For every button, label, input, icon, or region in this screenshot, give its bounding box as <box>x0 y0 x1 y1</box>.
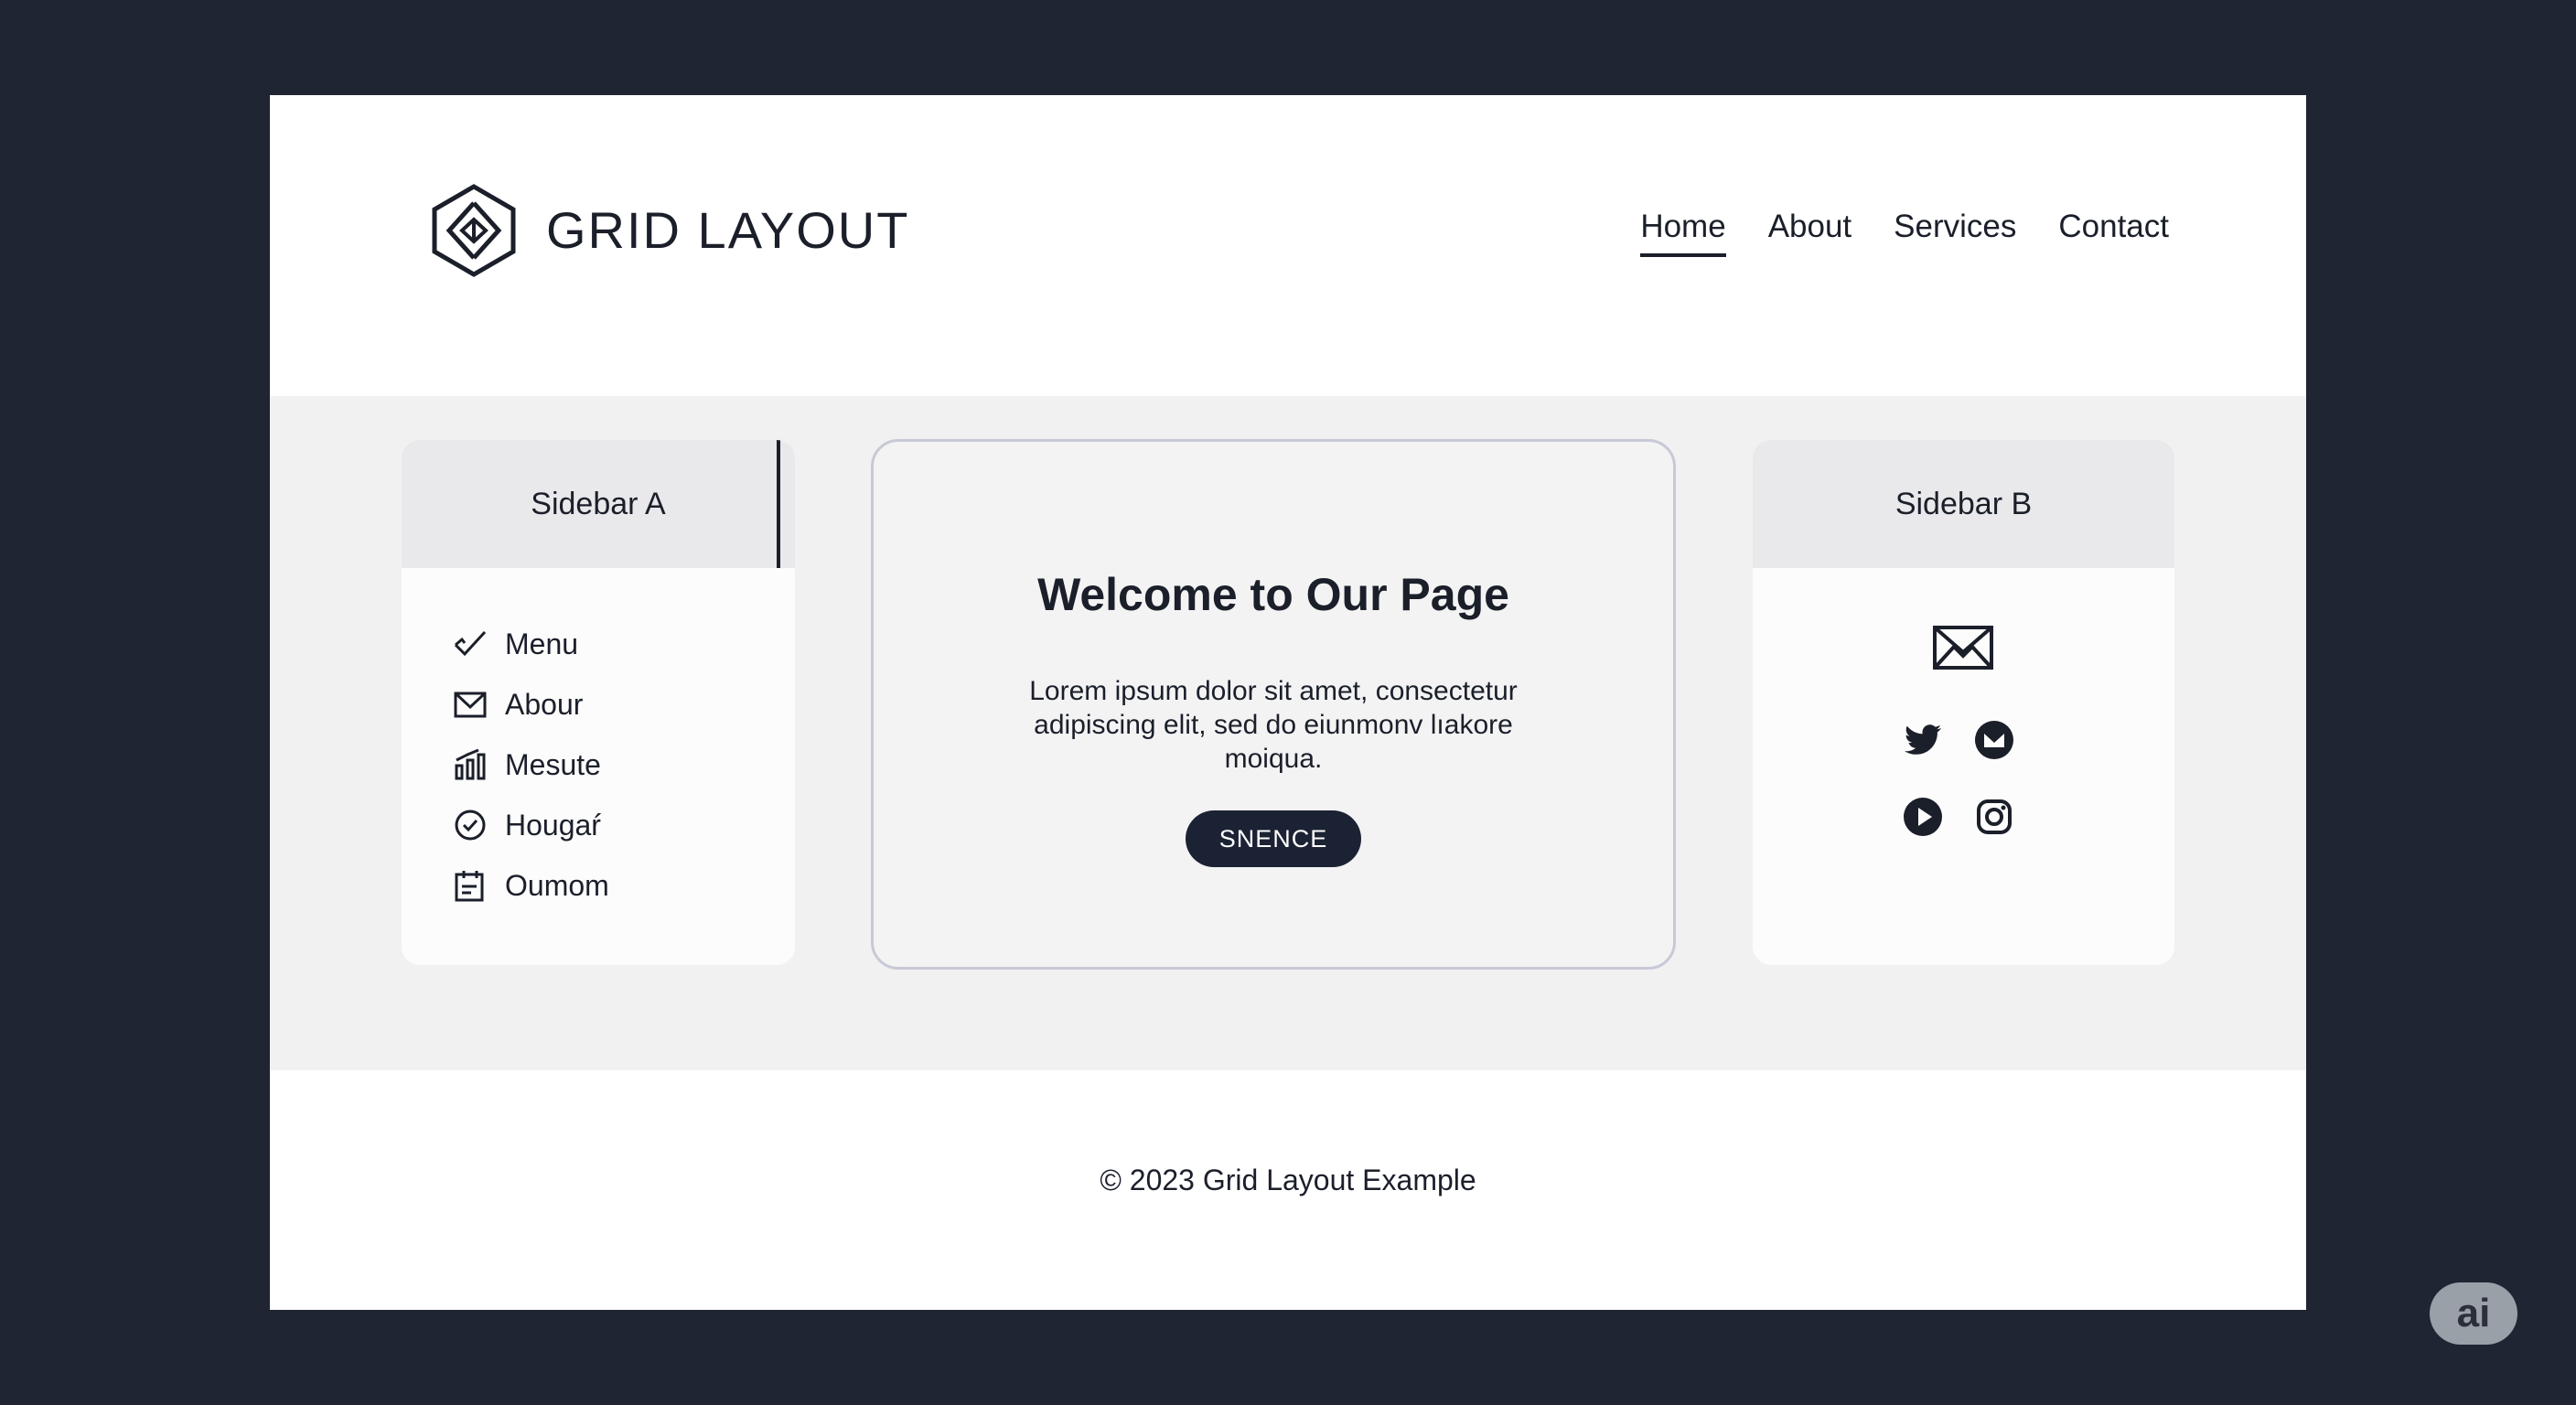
sidebar-item-hougar[interactable]: Hougaŕ <box>453 795 795 855</box>
sidebar-a: Sidebar A Menu Abour Mesute Hougaŕ Oumom <box>402 440 795 965</box>
sidebar-a-menu: Menu Abour Mesute Hougaŕ Oumom <box>402 568 795 916</box>
main-content-card: Welcome to Our Page Lorem ipsum dolor si… <box>871 439 1676 970</box>
bar-chart-icon <box>455 748 486 780</box>
sidebar-item-label: Abour <box>505 687 584 721</box>
page: GRID LAYOUT Home About Services Contact … <box>270 95 2306 1310</box>
mail-icon <box>454 692 487 718</box>
twitter-icon[interactable] <box>1903 720 1943 760</box>
content-band: Sidebar A Menu Abour Mesute Hougaŕ Oumom… <box>270 396 2306 1070</box>
email-circle-icon[interactable] <box>1974 720 2014 760</box>
sidebar-item-abour[interactable]: Abour <box>453 674 795 735</box>
main-action-button[interactable]: SNENCE <box>1186 810 1361 867</box>
sidebar-item-label: Menu <box>505 627 579 660</box>
calendar-icon <box>455 871 484 902</box>
sidebar-item-mesute[interactable]: Mesute <box>453 735 795 795</box>
sidebar-b: Sidebar B <box>1753 440 2174 965</box>
sidebar-b-title: Sidebar B <box>1894 486 2033 521</box>
mail-icon[interactable] <box>1932 625 1994 670</box>
nav-contact[interactable]: Contact <box>2058 210 2169 253</box>
header: GRID LAYOUT Home About Services Contact <box>270 95 2306 396</box>
sidebar-b-icons <box>1753 568 2174 965</box>
instagram-icon[interactable] <box>1974 797 2014 837</box>
play-icon[interactable] <box>1903 797 1943 837</box>
logo-text: GRID LAYOUT <box>546 201 910 259</box>
main-nav: Home About Services Contact <box>1640 210 2169 257</box>
sidebar-a-accent-bar <box>777 440 780 568</box>
nav-services[interactable]: Services <box>1894 210 2016 253</box>
clock-icon <box>455 810 486 841</box>
sidebar-item-label: Hougaŕ <box>505 808 601 842</box>
ai-badge[interactable]: ai <box>2430 1282 2517 1345</box>
sidebar-item-oumom[interactable]: Oumom <box>453 855 795 916</box>
sidebar-item-label: Oumom <box>505 868 609 902</box>
main-body-line: adipiscing elit, sed do eiunmonv lıakore <box>1034 710 1513 740</box>
sidebar-item-menu[interactable]: Menu <box>453 614 795 674</box>
nav-about[interactable]: About <box>1768 210 1852 253</box>
nav-home[interactable]: Home <box>1640 210 1727 257</box>
main-body-line: moiqua. <box>1224 744 1323 774</box>
sidebar-item-label: Mesute <box>505 747 601 781</box>
sidebar-a-header: Sidebar A <box>402 440 795 568</box>
logo[interactable]: GRID LAYOUT <box>429 183 909 278</box>
logo-icon <box>432 184 516 277</box>
sidebar-b-header: Sidebar B <box>1753 440 2174 568</box>
sidebar-a-title: Sidebar A <box>531 486 666 521</box>
footer-copyright: © 2023 Grid Layout Example <box>1100 1164 1476 1196</box>
main-body-line: Lorem ipsum dolor sit amet, consectetur <box>1029 676 1518 706</box>
check-icon <box>454 630 487 657</box>
main-body-text: Lorem ipsum dolor sit amet, consectetur … <box>1017 674 1530 776</box>
main-title: Welcome to Our Page <box>1037 569 1509 620</box>
